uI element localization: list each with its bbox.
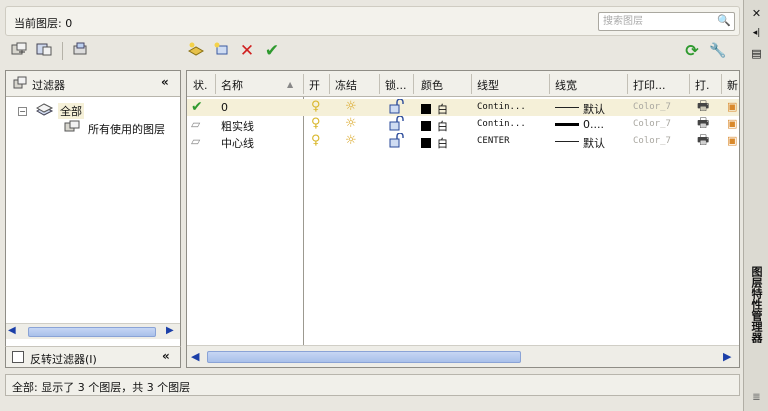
filter-tree-panel: 过滤器 « − 全部 所有使用的图层 ◀ ▶ xyxy=(5,70,181,368)
sun-thawed-icon[interactable]: ☼ xyxy=(345,99,357,115)
set-current-icon[interactable]: ✔ xyxy=(262,41,282,61)
settings-icon[interactable]: 🔧 xyxy=(708,41,728,61)
current-layer-bar: 当前图层: 0 🔍 xyxy=(5,6,740,36)
layer-lineweight[interactable]: 0.... xyxy=(583,118,604,131)
tree-item-all[interactable]: 全部 xyxy=(58,103,84,119)
all-layers-filter-icon xyxy=(35,102,54,119)
grid-horizontal-scrollbar[interactable]: ◀ ▶ xyxy=(187,345,739,367)
column-header-on[interactable]: 开 xyxy=(309,77,320,93)
refresh-icon[interactable]: ⟳ xyxy=(682,41,702,61)
collapse-filter-panel-button[interactable]: « xyxy=(161,75,169,89)
grid-header: 状. 名称 ▲ 开 冻结 锁... 颜色 线型 线宽 打印... 打. 新 xyxy=(187,71,739,97)
layer-plotstyle: Color_7 xyxy=(633,119,671,129)
lightbulb-on-icon[interactable]: ♀ xyxy=(311,116,321,132)
scroll-left-arrow-icon[interactable]: ◀ xyxy=(8,325,16,336)
collapse-filter-footer-button[interactable]: « xyxy=(162,349,170,363)
column-header-plot[interactable]: 打. xyxy=(695,77,710,93)
filter-header-label: 过滤器 xyxy=(32,79,65,92)
layer-name[interactable]: 0 xyxy=(221,101,228,114)
tree-expander-all[interactable]: − xyxy=(18,107,27,116)
layer-status-icon: ▱ xyxy=(191,134,201,148)
layer-list-grid: 状. 名称 ▲ 开 冻结 锁... 颜色 线型 线宽 打印... 打. 新 ✔ … xyxy=(186,70,740,368)
filter-footer: 反转过滤器(I) « xyxy=(5,346,181,368)
sun-thawed-icon[interactable]: ☼ xyxy=(345,133,357,149)
resize-grip-icon[interactable]: ≣ xyxy=(748,390,765,405)
palette-title-strip: ✕ ◂| ▤ 图层特性管理器 ≣ xyxy=(743,0,768,411)
status-text: 全部: 显示了 3 个图层，共 3 个图层 xyxy=(12,381,191,394)
layer-lineweight[interactable]: 默认 xyxy=(583,101,605,117)
new-vp-freeze-icon[interactable]: ▣ xyxy=(727,116,737,132)
layer-color-name[interactable]: 白 xyxy=(437,118,448,134)
layer-lineweight[interactable]: 默认 xyxy=(583,135,605,151)
search-box[interactable]: 🔍 xyxy=(598,12,735,31)
scroll-right-arrow-icon[interactable]: ▶ xyxy=(723,350,731,363)
palette-title: 图层特性管理器 xyxy=(750,266,763,343)
column-header-lock[interactable]: 锁... xyxy=(385,77,407,93)
layer-name[interactable]: 中心线 xyxy=(221,135,254,151)
tree-item-all-used-layers[interactable]: 所有使用的图层 xyxy=(88,121,180,137)
column-header-freeze[interactable]: 冻结 xyxy=(335,77,357,93)
grid-scroll-thumb[interactable] xyxy=(207,351,521,363)
current-layer-label: 当前图层: 0 xyxy=(14,17,73,30)
filter-header: 过滤器 « xyxy=(6,71,180,97)
layer-color-name[interactable]: 白 xyxy=(437,135,448,151)
group-filter-icon[interactable] xyxy=(34,41,54,61)
unlocked-icon[interactable] xyxy=(389,132,405,153)
table-row[interactable]: ▱ 中心线 ♀ ☼ 白 CENTER 默认 Color_7 🖶 ▣ xyxy=(187,132,739,153)
filter-icon xyxy=(13,76,27,93)
color-swatch[interactable] xyxy=(421,138,431,148)
used-layers-filter-icon xyxy=(64,119,80,136)
color-swatch[interactable] xyxy=(421,104,431,114)
printer-icon[interactable]: 🖶 xyxy=(697,99,709,115)
layer-plotstyle: Color_7 xyxy=(633,136,671,146)
column-header-new-vp-freeze[interactable]: 新 xyxy=(727,77,738,93)
status-bar: 全部: 显示了 3 个图层，共 3 个图层 xyxy=(5,374,740,396)
layer-status-icon: ▱ xyxy=(191,117,201,131)
search-icon[interactable]: 🔍 xyxy=(717,14,731,27)
lightbulb-on-icon[interactable]: ♀ xyxy=(311,133,321,149)
invert-filter-checkbox[interactable] xyxy=(12,351,24,363)
printer-icon[interactable]: 🖶 xyxy=(697,116,709,132)
layer-linetype[interactable]: CENTER xyxy=(477,136,510,146)
invert-filter-label[interactable]: 反转过滤器(I) xyxy=(30,351,97,367)
column-header-lineweight[interactable]: 线宽 xyxy=(555,77,577,93)
layer-color-name[interactable]: 白 xyxy=(437,101,448,117)
table-row[interactable]: ✔ 0 ♀ ☼ 白 Contin... 默认 Color_7 🖶 ▣ xyxy=(187,98,739,117)
property-filter-icon[interactable] xyxy=(9,41,29,61)
filter-horizontal-scrollbar[interactable]: ◀ ▶ xyxy=(6,323,180,339)
sort-ascending-icon: ▲ xyxy=(287,80,294,89)
table-row[interactable]: ▱ 粗实线 ♀ ☼ 白 Contin... 0.... Color_7 🖶 ▣ xyxy=(187,115,739,134)
column-header-color[interactable]: 颜色 xyxy=(421,77,443,93)
scroll-left-arrow-icon[interactable]: ◀ xyxy=(191,350,199,363)
new-vp-freeze-icon[interactable]: ▣ xyxy=(727,133,737,149)
column-header-status[interactable]: 状. xyxy=(193,77,208,93)
close-icon[interactable]: ✕ xyxy=(748,6,765,21)
layer-linetype[interactable]: Contin... xyxy=(477,119,526,129)
current-layer-check-icon: ✔ xyxy=(191,99,203,115)
layer-name[interactable]: 粗实线 xyxy=(221,118,254,134)
color-swatch[interactable] xyxy=(421,121,431,131)
delete-layer-icon[interactable]: ✕ xyxy=(237,41,257,61)
lineweight-sample xyxy=(555,107,579,108)
printer-icon[interactable]: 🖶 xyxy=(697,133,709,149)
new-layer-icon[interactable] xyxy=(186,41,206,61)
column-header-plotstyle[interactable]: 打印... xyxy=(633,77,666,93)
filter-scroll-thumb[interactable] xyxy=(28,327,156,337)
sun-thawed-icon[interactable]: ☼ xyxy=(345,116,357,132)
lineweight-sample xyxy=(555,123,579,126)
lineweight-sample xyxy=(555,141,579,142)
properties-menu-icon[interactable]: ▤ xyxy=(748,46,765,61)
column-header-name[interactable]: 名称 xyxy=(221,77,243,93)
new-vp-frozen-layer-icon[interactable] xyxy=(211,41,231,61)
column-header-linetype[interactable]: 线型 xyxy=(477,77,499,93)
autohide-icon[interactable]: ◂| xyxy=(748,26,765,41)
search-input[interactable] xyxy=(599,13,714,30)
layer-state-manager-icon[interactable] xyxy=(70,41,90,61)
new-vp-freeze-icon[interactable]: ▣ xyxy=(727,99,737,115)
layer-linetype[interactable]: Contin... xyxy=(477,102,526,112)
lightbulb-on-icon[interactable]: ♀ xyxy=(311,99,321,115)
scroll-right-arrow-icon[interactable]: ▶ xyxy=(166,325,174,336)
layer-plotstyle: Color_7 xyxy=(633,102,671,112)
